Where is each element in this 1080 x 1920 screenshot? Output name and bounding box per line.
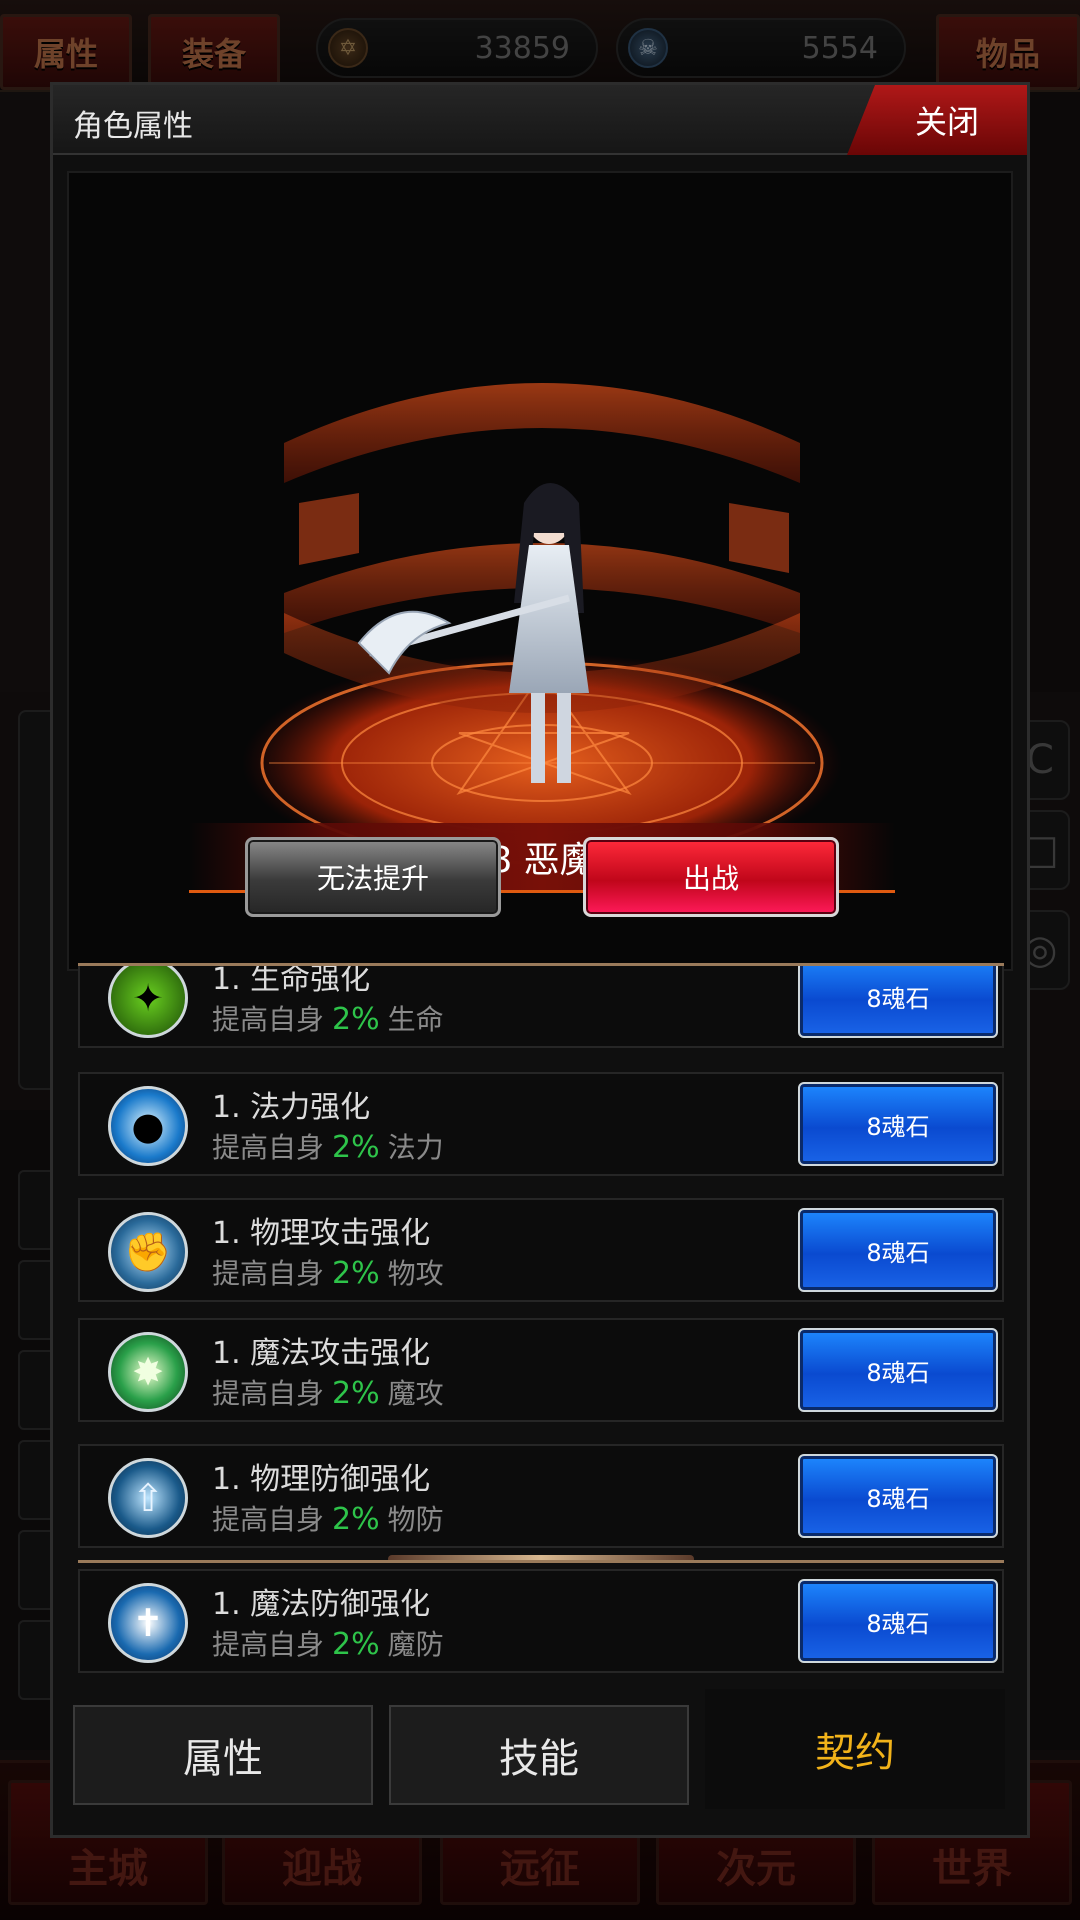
skill-description: 提高自身 2% 物攻 — [212, 1256, 444, 1291]
dialog-tabs: 属性 技能 契约 — [53, 1689, 1027, 1835]
skill-name: 1. 魔法防御强化 — [212, 1587, 431, 1622]
tab-contract[interactable]: 契约 — [705, 1689, 1005, 1809]
skill-name: 1. 物理攻击强化 — [212, 1216, 431, 1251]
close-button[interactable]: 关闭 — [847, 85, 1027, 155]
learn-skill-button[interactable]: 8魂石 — [798, 1579, 998, 1663]
skill-name: 1. 魔法攻击强化 — [212, 1336, 431, 1371]
skill-name: 1. 物理防御强化 — [212, 1462, 431, 1497]
learn-skill-button[interactable]: 8魂石 — [798, 1328, 998, 1412]
green-flame-icon: ✦ — [108, 966, 188, 1038]
cross-shield-icon: ✝ — [108, 1583, 188, 1663]
skill-description: 提高自身 2% 魔防 — [212, 1627, 444, 1662]
list-bottom-ornament — [388, 1555, 694, 1560]
skill-description: 提高自身 2% 物防 — [212, 1502, 444, 1537]
green-burst-icon: ✸ — [108, 1332, 188, 1412]
dialog-title: 角色属性 — [73, 109, 193, 144]
learn-skill-button[interactable]: 8魂石 — [798, 1454, 998, 1538]
skill-name: 1. 生命强化 — [212, 963, 371, 997]
skill-description: 提高自身 2% 魔攻 — [212, 1376, 444, 1411]
skill-row-physical-defense: ⇧ 1. 物理防御强化 提高自身 2% 物防 8魂石 — [78, 1444, 1004, 1548]
skill-row-physical-attack: ✊ 1. 物理攻击强化 提高自身 2% 物攻 8魂石 — [78, 1198, 1004, 1302]
skill-description: 提高自身 2% 法力 — [212, 1130, 444, 1165]
skill-name: 1. 法力强化 — [212, 1090, 371, 1125]
blue-orb-icon: ● — [108, 1086, 188, 1166]
learn-skill-button[interactable]: 8魂石 — [798, 1208, 998, 1292]
arrow-shield-icon: ⇧ — [108, 1458, 188, 1538]
deploy-button[interactable]: 出战 — [583, 837, 839, 917]
tab-skills[interactable]: 技能 — [389, 1705, 689, 1805]
learn-skill-button[interactable]: 8魂石 — [798, 1082, 998, 1166]
fist-icon: ✊ — [108, 1212, 188, 1292]
upgrade-button[interactable]: 无法提升 — [245, 837, 501, 917]
character-showcase: Lv.18 恶魔女仆 — [67, 171, 1013, 971]
skill-row-life: ✦ 1. 生命强化 提高自身 2% 生命 8魂石 — [78, 963, 1004, 1048]
skill-list[interactable]: ✦ 1. 生命强化 提高自身 2% 生命 8魂石 ● 1. 法力强化 提高自身 2% 法… — [78, 963, 1004, 1563]
dialog-header: 角色属性 关闭 — [53, 85, 1027, 155]
game-screen: 属性 装备 ✡ 33859 ☠ 5554 物品 C □ ◎ 主城 迎战 远征 次… — [0, 0, 1080, 1920]
skill-row-magic-defense: ✝ 1. 魔法防御强化 提高自身 2% 魔防 8魂石 — [78, 1569, 1004, 1673]
skill-row-mana: ● 1. 法力强化 提高自身 2% 法力 8魂石 — [78, 1072, 1004, 1176]
learn-skill-button[interactable]: 8魂石 — [798, 966, 998, 1038]
skill-description: 提高自身 2% 生命 — [212, 1002, 444, 1037]
skill-row-magic-attack: ✸ 1. 魔法攻击强化 提高自身 2% 魔攻 8魂石 — [78, 1318, 1004, 1422]
character-attributes-dialog: 角色属性 关闭 Lv.18 恶魔女仆 无法提升 出战 ✦ 1. 生命强化 提高自… — [50, 82, 1030, 1838]
tab-attributes[interactable]: 属性 — [73, 1705, 373, 1805]
